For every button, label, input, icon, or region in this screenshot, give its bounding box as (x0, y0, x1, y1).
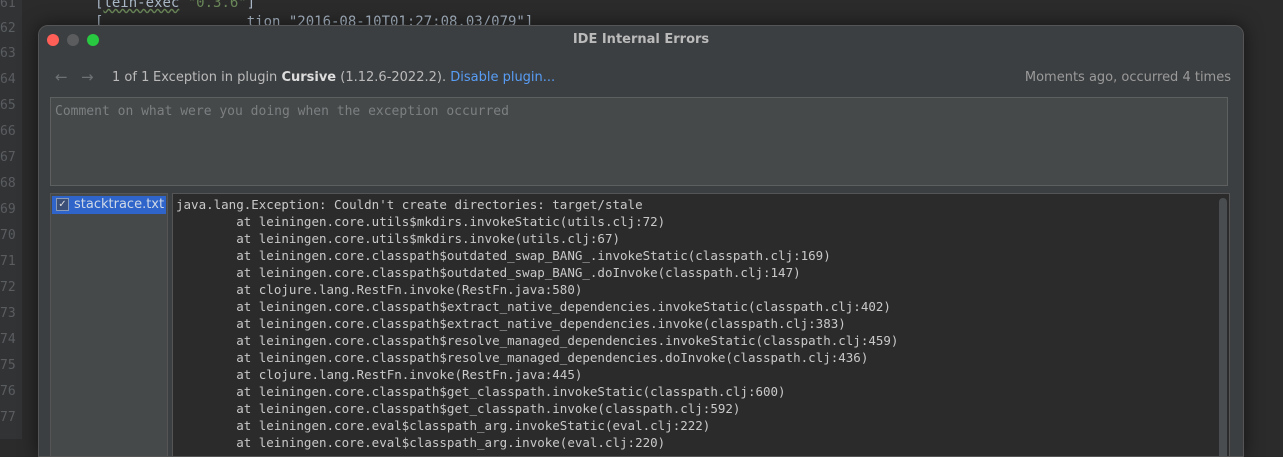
line-number: 62 (0, 21, 16, 36)
code-bracket: ] (246, 0, 256, 11)
stacktrace-line: at clojure.lang.RestFn.invoke(RestFn.jav… (176, 282, 583, 297)
line-number: 70 (0, 228, 16, 243)
stacktrace-line: at leiningen.core.classpath$extract_nati… (176, 299, 891, 314)
stacktrace-viewer[interactable]: java.lang.Exception: Couldn't create dir… (172, 193, 1230, 456)
dialog-title: IDE Internal Errors (572, 32, 710, 47)
line-number: 75 (0, 358, 16, 373)
stacktrace-line: at leiningen.core.classpath$get_classpat… (176, 384, 786, 399)
line-number: 68 (0, 176, 16, 191)
message-prefix: Exception in plugin (153, 70, 282, 85)
stacktrace-line: at clojure.lang.RestFn.invoke(RestFn.jav… (176, 367, 583, 382)
comment-textarea[interactable]: Comment on what were you doing when the … (50, 97, 1228, 186)
plugin-name: Cursive (281, 70, 337, 85)
ide-internal-errors-dialog: IDE Internal Errors ← → 1 of 1 Exception… (38, 25, 1244, 457)
line-number: 71 (0, 254, 16, 269)
attachments-list: ✓ stacktrace.txt (50, 193, 168, 456)
stacktrace-line: at leiningen.core.utils$mkdirs.invokeSta… (176, 214, 666, 229)
line-number: 72 (0, 280, 16, 295)
line-number: 66 (0, 124, 16, 139)
stacktrace-scrollbar[interactable] (1219, 198, 1227, 456)
stacktrace-line: at leiningen.core.utils$mkdirs.invoke(ut… (176, 231, 621, 246)
previous-error-arrow-icon[interactable]: ← (55, 68, 68, 86)
stacktrace-line: at leiningen.core.classpath$extract_nati… (176, 316, 846, 331)
plugin-version: (1.12.6-2022.2). (336, 70, 451, 85)
attachment-checkbox[interactable]: ✓ (56, 198, 69, 211)
stacktrace-line: at leiningen.core.classpath$get_classpat… (176, 401, 741, 416)
line-number: 61 (0, 0, 16, 11)
next-error-arrow-icon[interactable]: → (81, 68, 94, 86)
line-number: 74 (0, 332, 16, 347)
line-number: 73 (0, 306, 16, 321)
exception-message: Exception in plugin Cursive (1.12.6-2022… (153, 70, 555, 88)
occurrence-info: Moments ago, occurred 4 times (1024, 70, 1231, 85)
disable-plugin-link[interactable]: Disable plugin... (450, 70, 555, 85)
stacktrace-line: at leiningen.core.classpath$outdated_swa… (176, 248, 831, 263)
editor-gutter: 61 62 63 64 65 66 67 68 69 70 71 72 73 7… (0, 0, 22, 439)
line-number: 67 (0, 150, 16, 165)
stacktrace-line: at leiningen.core.eval$classpath_arg.inv… (176, 418, 711, 433)
attachment-item-stacktrace[interactable]: ✓ stacktrace.txt (52, 196, 166, 214)
stacktrace-line: at leiningen.core.eval$classpath_arg.inv… (176, 435, 666, 450)
error-counter: 1 of 1 (112, 70, 150, 85)
stacktrace-line: at leiningen.core.classpath$resolve_mana… (176, 333, 899, 348)
stacktrace-line: at leiningen.core.classpath$outdated_swa… (176, 265, 801, 280)
line-number: 63 (0, 46, 16, 61)
line-number: 64 (0, 72, 16, 87)
line-number: 69 (0, 202, 16, 217)
code-dependency-name: lein-exec (103, 0, 180, 11)
attachment-label: stacktrace.txt (74, 197, 165, 212)
editor-code-line[interactable]: [lein-exec "0.3.6"] (95, 0, 255, 11)
line-number: 77 (0, 410, 16, 425)
dialog-titlebar[interactable]: IDE Internal Errors (39, 26, 1243, 53)
code-dependency-version: "0.3.6" (187, 0, 247, 11)
stacktrace-line: at leiningen.core.classpath$resolve_mana… (176, 350, 869, 365)
stacktrace-line: java.lang.Exception: Couldn't create dir… (176, 197, 643, 212)
line-number: 76 (0, 384, 16, 399)
line-number: 65 (0, 98, 16, 113)
